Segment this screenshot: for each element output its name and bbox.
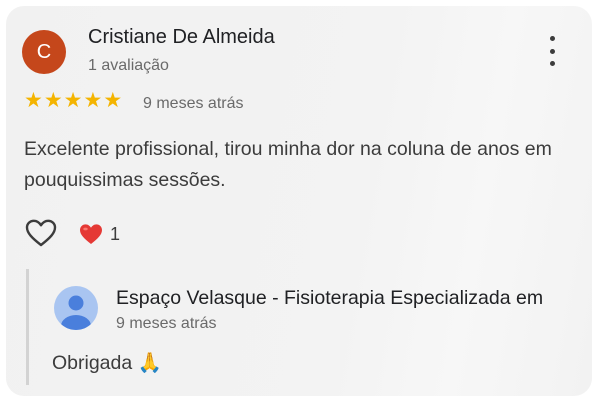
author-name[interactable]: Cristiane De Almeida bbox=[88, 26, 275, 49]
more-dot bbox=[549, 48, 555, 54]
star-rating: ★ ★ ★ ★ ★ bbox=[24, 90, 122, 112]
red-heart-icon bbox=[80, 224, 102, 244]
author-review-count: 1 avaliação bbox=[88, 57, 169, 74]
star-icon: ★ bbox=[103, 89, 123, 112]
review-card: C Cristiane De Almeida 1 avaliação ★ ★ ★… bbox=[6, 6, 592, 396]
owner-name[interactable]: Espaço Velasque - Fisioterapia Especiali… bbox=[116, 287, 543, 310]
more-dot bbox=[549, 36, 555, 41]
review-time: 9 meses atrás bbox=[143, 95, 244, 112]
like-heart-icon[interactable] bbox=[24, 218, 58, 248]
more-dot bbox=[549, 61, 555, 66]
star-icon: ★ bbox=[83, 89, 103, 112]
star-icon: ★ bbox=[63, 89, 83, 112]
reaction-count: 1 bbox=[110, 223, 121, 244]
more-options-icon[interactable] bbox=[544, 36, 560, 66]
review-text: Excelente profissional, tirou minha dor … bbox=[24, 138, 552, 191]
star-icon: ★ bbox=[24, 89, 43, 112]
star-icon: ★ bbox=[43, 89, 63, 112]
person-avatar-icon bbox=[54, 286, 98, 330]
reaction-summary[interactable]: 1 bbox=[78, 222, 120, 246]
author-initial: C bbox=[36, 40, 52, 63]
reply-divider bbox=[26, 269, 29, 385]
owner-reply-text: Obrigada 🙏 bbox=[52, 352, 162, 374]
owner-reply-time: 9 meses atrás bbox=[116, 315, 217, 332]
author-avatar[interactable]: C bbox=[22, 30, 66, 74]
owner-avatar[interactable] bbox=[54, 286, 98, 330]
